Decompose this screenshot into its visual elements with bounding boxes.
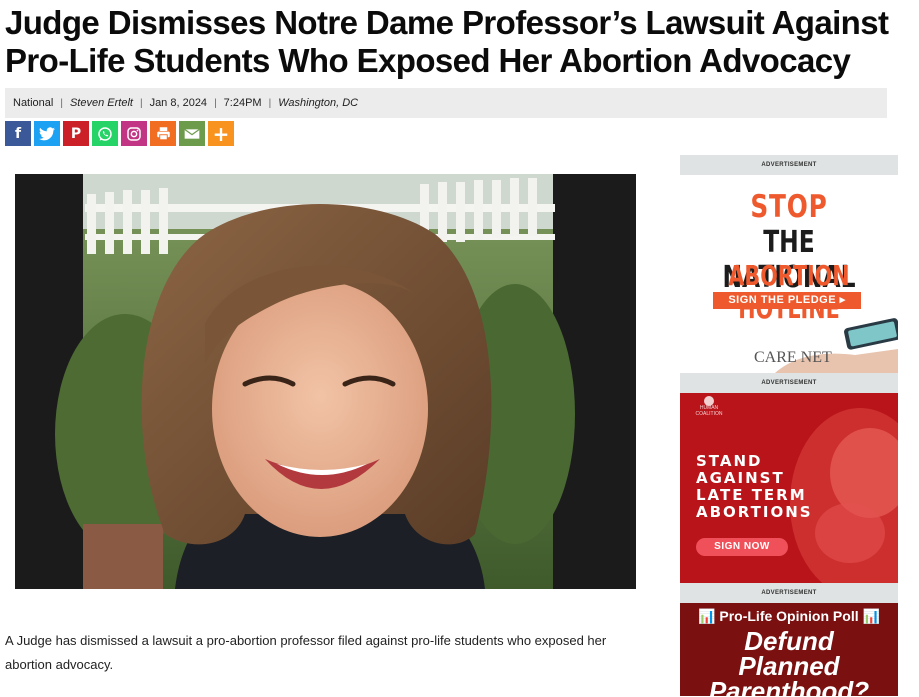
email-icon (184, 128, 200, 139)
poll-question-line3: Parenthood? (708, 676, 870, 696)
meta-separator: | (214, 97, 217, 109)
sign-now-button[interactable]: SIGN NOW (696, 538, 788, 556)
human-coalition-ad-banner[interactable]: HUMAN COALITION STAND AGAINST LATE TERM … (680, 393, 898, 583)
ad1-headline-stop: STOP (750, 189, 828, 225)
poll-heading: 📊 Pro-Life Opinion Poll 📊 (698, 608, 880, 624)
advertisement-label: ADVERTISEMENT (680, 583, 898, 603)
article-featured-photo[interactable] (15, 174, 636, 589)
email-share-button[interactable] (179, 121, 205, 146)
article-location: Washington, DC (278, 97, 359, 109)
article-category[interactable]: National (13, 97, 53, 109)
meta-separator: | (268, 97, 272, 109)
article-date: Jan 8, 2024 (149, 97, 208, 109)
facebook-share-button[interactable]: f (5, 121, 31, 146)
carenet-ad-banner[interactable]: STOP THE NATIONAL ABORTION HOTLINE SIGN … (680, 175, 898, 373)
print-share-button[interactable] (150, 121, 176, 146)
share-buttons: f P + (5, 121, 234, 146)
twitter-icon (39, 126, 55, 140)
print-icon (156, 127, 170, 141)
facebook-icon: f (14, 125, 22, 142)
article-author[interactable]: Steven Ertelt (70, 97, 133, 109)
advertisement-label: ADVERTISEMENT (680, 373, 898, 393)
professor-portrait-image (15, 174, 636, 589)
pinterest-share-button[interactable]: P (63, 121, 89, 146)
article-time: 7:24PM (223, 97, 262, 109)
plus-icon: + (212, 121, 230, 146)
ad2-line2: AGAINST (696, 469, 785, 487)
ad2-line4: ABORTIONS (696, 503, 813, 521)
instagram-share-button[interactable] (121, 121, 147, 146)
meta-separator: | (139, 97, 143, 109)
meta-separator: | (60, 97, 63, 109)
more-share-button[interactable]: + (208, 121, 234, 146)
poll-question: Defund Planned Parenthood? (680, 628, 898, 696)
ad2-headline: STAND AGAINST LATE TERM ABORTIONS (696, 453, 846, 521)
whatsapp-icon (98, 126, 112, 141)
twitter-share-button[interactable] (34, 121, 60, 146)
instagram-icon (127, 126, 141, 141)
article-headline: Judge Dismisses Notre Dame Professor’s L… (5, 4, 889, 79)
article-lead-paragraph: A Judge has dismissed a lawsuit a pro-ab… (5, 633, 607, 672)
advertisement-label: ADVERTISEMENT (680, 155, 898, 175)
carenet-logo: CARE NET (754, 349, 832, 366)
ad2-line1: STAND (696, 452, 763, 470)
article-meta-bar: National | Steven Ertelt | Jan 8, 2024 |… (5, 88, 887, 118)
sign-the-pledge-button[interactable]: SIGN THE PLEDGE ▸ (713, 292, 861, 309)
pinterest-icon: P (70, 125, 82, 142)
ad2-line3: LATE TERM (696, 486, 807, 504)
sidebar-ads: ADVERTISEMENT STOP THE NATIONAL ABORTION… (680, 155, 898, 696)
opinion-poll-ad-banner[interactable]: 📊 Pro-Life Opinion Poll 📊 Defund Planned… (680, 603, 898, 696)
human-coalition-brand: HUMAN COALITION (695, 405, 723, 417)
whatsapp-share-button[interactable] (92, 121, 118, 146)
